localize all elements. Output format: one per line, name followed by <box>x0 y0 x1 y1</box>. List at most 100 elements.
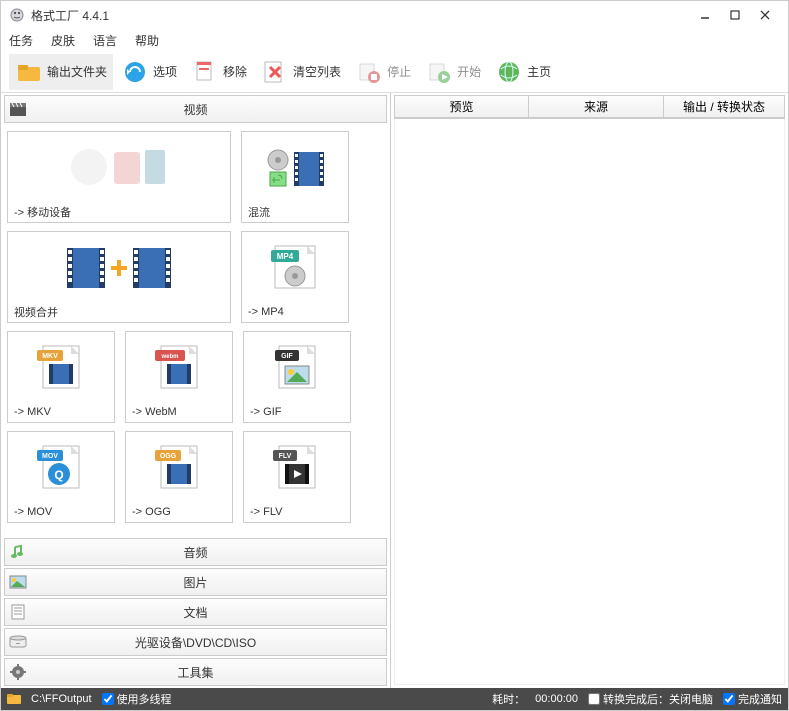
status-bar: C:\FFOutput 使用多线程 耗时： 00:00:00 转换完成后：关闭电… <box>1 688 788 710</box>
menu-skin[interactable]: 皮肤 <box>51 32 75 49</box>
gif-icon: GIF <box>244 332 350 402</box>
picture-icon <box>5 575 31 589</box>
category-tools-label: 工具集 <box>31 664 386 681</box>
remove-label: 移除 <box>223 63 247 80</box>
video-clapper-icon <box>5 101 31 117</box>
tile-webm-label: -> WebM <box>126 402 232 422</box>
tile-mobile-device[interactable]: -> 移动设备 <box>7 131 231 223</box>
svg-text:Q: Q <box>54 468 63 482</box>
svg-text:MP4: MP4 <box>277 252 294 261</box>
tile-webm[interactable]: webm -> WebM <box>125 331 233 423</box>
task-list-header: 预览 来源 输出 / 转换状态 <box>394 95 785 119</box>
category-picture-header[interactable]: 图片 <box>4 568 387 596</box>
mp4-icon: MP4 <box>242 232 348 302</box>
app-icon <box>9 7 25 23</box>
video-join-icon <box>8 232 230 302</box>
category-document-label: 文档 <box>31 604 386 621</box>
notify-checkbox[interactable]: 完成通知 <box>723 691 782 707</box>
svg-text:FLV: FLV <box>279 453 292 460</box>
options-label: 选项 <box>153 63 177 80</box>
tile-mobile-label: -> 移动设备 <box>8 202 230 222</box>
elapsed-value: 00:00:00 <box>535 693 578 705</box>
gear-icon <box>5 664 31 680</box>
tile-gif[interactable]: GIF -> GIF <box>243 331 351 423</box>
toolbar: 输出文件夹 选项 移除 清空列表 停止 开始 主页 <box>1 51 788 93</box>
column-output-status[interactable]: 输出 / 转换状态 <box>664 95 785 118</box>
svg-text:GIF: GIF <box>281 353 293 360</box>
disc-drive-icon <box>5 635 31 649</box>
task-list-body[interactable] <box>394 119 785 685</box>
folder-icon <box>15 58 43 86</box>
multithread-label: 使用多线程 <box>117 691 172 707</box>
main-area: 视频 -> 移动设备 混流 <box>1 93 788 688</box>
webm-icon: webm <box>126 332 232 402</box>
category-video-header[interactable]: 视频 <box>4 95 387 123</box>
tile-mov-label: -> MOV <box>8 502 114 522</box>
category-tools-header[interactable]: 工具集 <box>4 658 387 686</box>
window-title: 格式工厂 4.4.1 <box>31 7 690 24</box>
multithread-checkbox[interactable]: 使用多线程 <box>102 691 172 707</box>
home-button[interactable]: 主页 <box>489 54 557 90</box>
right-panel: 预览 来源 输出 / 转换状态 <box>391 93 788 688</box>
menu-bar: 任务 皮肤 语言 帮助 <box>1 29 788 51</box>
svg-text:MKV: MKV <box>42 353 58 360</box>
tile-ogg-label: -> OGG <box>126 502 232 522</box>
menu-language[interactable]: 语言 <box>93 32 117 49</box>
start-icon <box>425 58 453 86</box>
tile-ogg[interactable]: OGG -> OGG <box>125 431 233 523</box>
output-folder-button[interactable]: 输出文件夹 <box>9 54 113 90</box>
tile-flv[interactable]: FLV -> FLV <box>243 431 351 523</box>
menu-task[interactable]: 任务 <box>9 32 33 49</box>
music-note-icon <box>5 544 31 560</box>
column-source[interactable]: 来源 <box>529 95 664 118</box>
mux-icon <box>242 132 348 202</box>
tile-mov[interactable]: MOV Q -> MOV <box>7 431 115 523</box>
clear-list-button[interactable]: 清空列表 <box>255 54 347 90</box>
category-document-header[interactable]: 文档 <box>4 598 387 626</box>
output-folder-label: 输出文件夹 <box>47 63 107 80</box>
tile-mkv-label: -> MKV <box>8 402 114 422</box>
shutdown-checkbox[interactable]: 转换完成后：关闭电脑 <box>588 691 713 707</box>
tile-mp4[interactable]: MP4 -> MP4 <box>241 231 349 323</box>
tile-video-join[interactable]: 视频合并 <box>7 231 231 323</box>
maximize-button[interactable] <box>720 5 750 25</box>
mov-icon: MOV Q <box>8 432 114 502</box>
home-label: 主页 <box>527 63 551 80</box>
menu-help[interactable]: 帮助 <box>135 32 159 49</box>
remove-icon <box>191 58 219 86</box>
tile-flv-label: -> FLV <box>244 502 350 522</box>
notify-label: 完成通知 <box>738 691 782 707</box>
tile-mux-label: 混流 <box>242 202 348 222</box>
ogg-icon: OGG <box>126 432 232 502</box>
tile-join-label: 视频合并 <box>8 302 230 322</box>
category-audio-header[interactable]: 音频 <box>4 538 387 566</box>
close-button[interactable] <box>750 5 780 25</box>
document-icon <box>5 604 31 620</box>
minimize-button[interactable] <box>690 5 720 25</box>
output-path-text[interactable]: C:\FFOutput <box>31 693 92 705</box>
category-disc-label: 光驱设备\DVD\CD\ISO <box>31 634 386 651</box>
shutdown-label: 转换完成后：关闭电脑 <box>603 691 713 707</box>
start-button[interactable]: 开始 <box>419 54 487 90</box>
column-preview[interactable]: 预览 <box>394 95 529 118</box>
options-button[interactable]: 选项 <box>115 54 183 90</box>
stop-button[interactable]: 停止 <box>349 54 417 90</box>
category-audio-label: 音频 <box>31 544 386 561</box>
options-icon <box>121 58 149 86</box>
mobile-device-icon <box>8 132 230 202</box>
svg-text:webm: webm <box>160 354 178 360</box>
tile-gif-label: -> GIF <box>244 402 350 422</box>
globe-icon <box>495 58 523 86</box>
left-panel: 视频 -> 移动设备 混流 <box>1 93 391 688</box>
tile-mkv[interactable]: MKV -> MKV <box>7 331 115 423</box>
folder-small-icon <box>7 693 21 705</box>
remove-button[interactable]: 移除 <box>185 54 253 90</box>
start-label: 开始 <box>457 63 481 80</box>
clear-list-label: 清空列表 <box>293 63 341 80</box>
svg-text:MOV: MOV <box>42 453 58 460</box>
clear-icon <box>261 58 289 86</box>
stop-label: 停止 <box>387 63 411 80</box>
tile-mux[interactable]: 混流 <box>241 131 349 223</box>
category-disc-header[interactable]: 光驱设备\DVD\CD\ISO <box>4 628 387 656</box>
svg-text:OGG: OGG <box>160 453 177 460</box>
